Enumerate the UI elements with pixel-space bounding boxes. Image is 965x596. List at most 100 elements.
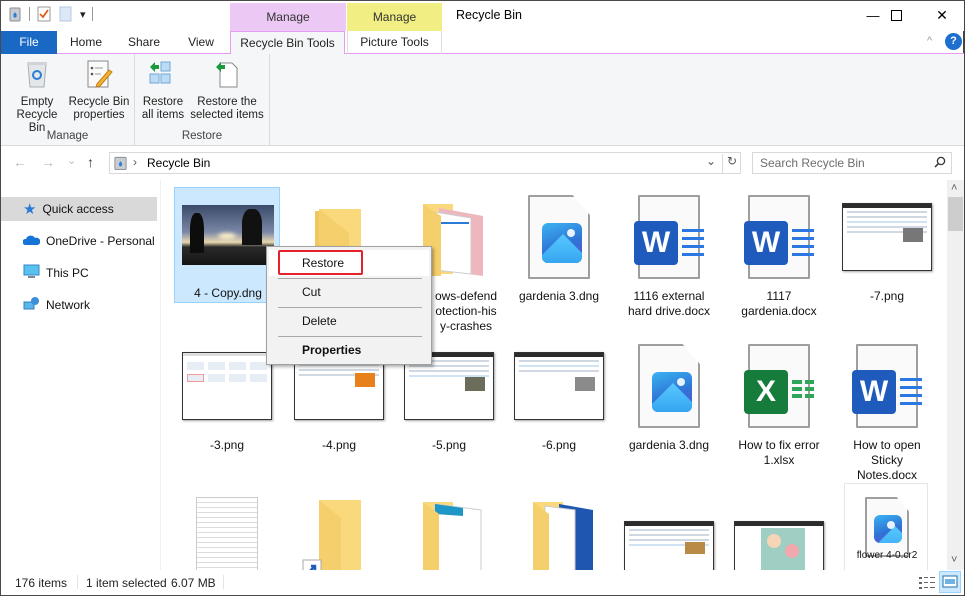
file-name-line: 1116 external bbox=[633, 289, 705, 303]
address-dropdown-button[interactable]: ⌄ bbox=[706, 154, 716, 168]
file-explorer-window: ▾ Manage Manage Recycle Bin — ✕ File Hom… bbox=[0, 0, 965, 596]
large-icons-view-button[interactable] bbox=[939, 571, 961, 593]
tab-home[interactable]: Home bbox=[59, 31, 113, 54]
selection-size: 6.07 MB bbox=[171, 576, 216, 590]
sidebar-item-label: Quick access bbox=[42, 202, 114, 216]
sidebar-item-label: This PC bbox=[46, 266, 89, 280]
file-item[interactable]: -3.png bbox=[174, 336, 280, 456]
sidebar-item-label: Network bbox=[46, 298, 91, 312]
search-box[interactable]: Search Recycle Bin bbox=[752, 152, 952, 174]
search-input[interactable]: Search Recycle Bin bbox=[760, 156, 865, 170]
ribbon-group-label: Restore bbox=[181, 130, 223, 142]
file-name: 1117 gardenia.docx bbox=[726, 289, 832, 319]
text-file-icon bbox=[174, 483, 280, 570]
file-name-line: hard drive.docx bbox=[627, 304, 711, 318]
properties-check-icon[interactable] bbox=[36, 6, 52, 22]
file-name: How to fix error 1.xlsx bbox=[726, 438, 832, 468]
ribbon-tabs: File Home Share View Recycle Bin Tools P… bbox=[1, 31, 964, 55]
file-list: 4 - Copy.dng ows-defend otection-his y-c… bbox=[161, 180, 947, 570]
ribbon: Empty Recycle Bin Recycle Bin properties… bbox=[1, 54, 964, 146]
scroll-thumb[interactable] bbox=[948, 197, 963, 231]
contextual-header-recycle-bin: Manage bbox=[230, 3, 346, 31]
vertical-scrollbar[interactable]: ˄ ˅ bbox=[947, 180, 964, 570]
sidebar-item-onedrive[interactable]: OneDrive - Personal bbox=[1, 229, 157, 253]
screenshot-thumbnail bbox=[506, 336, 612, 436]
file-name-line: 1117 bbox=[766, 289, 792, 303]
file-item[interactable]: -7.png bbox=[834, 187, 940, 307]
file-item[interactable] bbox=[174, 483, 280, 570]
details-view-button[interactable] bbox=[918, 575, 936, 591]
folder-shortcut-icon bbox=[286, 483, 392, 570]
status-bar: 176 items 1 item selected 6.07 MB bbox=[1, 570, 964, 595]
file-item[interactable]: flower 4-0.cr2 bbox=[844, 483, 928, 570]
menu-item-cut[interactable]: Cut bbox=[269, 279, 429, 305]
restore-all-icon bbox=[147, 58, 179, 90]
breadcrumb-separator[interactable]: › bbox=[133, 155, 137, 169]
file-item[interactable]: gardenia 3.dng bbox=[616, 336, 722, 456]
file-name: How to open Sticky Notes.docx bbox=[834, 438, 940, 483]
file-item[interactable]: W 1116 external hard drive.docx bbox=[616, 187, 722, 318]
excel-document-icon: X bbox=[726, 336, 832, 436]
tab-file[interactable]: File bbox=[1, 31, 57, 54]
menu-item-delete[interactable]: Delete bbox=[269, 308, 429, 334]
details-view-icon bbox=[919, 577, 935, 589]
scroll-up-arrow[interactable]: ˄ bbox=[951, 182, 957, 194]
file-item[interactable] bbox=[506, 483, 612, 570]
file-item[interactable] bbox=[286, 483, 392, 570]
file-name: gardenia 3.dng bbox=[628, 438, 710, 452]
ribbon-group-manage: Empty Recycle Bin Recycle Bin properties… bbox=[1, 54, 135, 146]
network-icon bbox=[23, 296, 40, 314]
customize-qat-dropdown-icon[interactable]: ▾ bbox=[80, 8, 86, 21]
file-item[interactable]: X How to fix error 1.xlsx bbox=[726, 336, 832, 468]
scroll-down-arrow[interactable]: ˅ bbox=[951, 554, 957, 566]
screenshot-thumbnail bbox=[834, 187, 940, 287]
file-item[interactable]: -6.png bbox=[506, 336, 612, 456]
forward-button[interactable]: → bbox=[41, 154, 55, 170]
screenshot-thumbnail bbox=[726, 483, 832, 570]
new-folder-icon[interactable] bbox=[58, 6, 74, 22]
address-bar[interactable]: › Recycle Bin ⌄ ↻ bbox=[109, 152, 741, 174]
tab-view[interactable]: View bbox=[175, 31, 227, 54]
sidebar-item-network[interactable]: Network bbox=[1, 293, 157, 317]
file-name: -3.png bbox=[209, 438, 245, 452]
recycle-bin-properties-icon bbox=[83, 58, 115, 90]
file-item[interactable] bbox=[726, 483, 832, 570]
help-icon[interactable]: ? bbox=[945, 33, 962, 50]
tab-share[interactable]: Share bbox=[117, 31, 171, 54]
button-label-line1: Restore the bbox=[197, 96, 257, 108]
image-file-icon bbox=[506, 187, 612, 287]
button-label-line2: selected items bbox=[190, 109, 264, 121]
tab-picture-tools[interactable]: Picture Tools bbox=[347, 31, 442, 54]
button-label-line2: properties bbox=[73, 109, 125, 121]
back-button[interactable]: ← bbox=[13, 154, 27, 170]
tab-recycle-bin-tools[interactable]: Recycle Bin Tools bbox=[230, 31, 345, 55]
file-item[interactable]: 4 - Copy.dng bbox=[174, 187, 280, 303]
sidebar-item-this-pc[interactable]: This PC bbox=[1, 261, 157, 285]
file-item[interactable] bbox=[396, 483, 502, 570]
file-name-line: 1.xlsx bbox=[763, 453, 795, 467]
empty-recycle-bin-button[interactable]: Empty Recycle Bin bbox=[8, 58, 66, 135]
file-name: -6.png bbox=[541, 438, 577, 452]
file-item[interactable]: gardenia 3.dng bbox=[506, 187, 612, 307]
refresh-button[interactable]: ↻ bbox=[722, 154, 741, 174]
file-name-line: Sticky bbox=[870, 453, 903, 467]
up-button[interactable]: ↑ bbox=[87, 154, 94, 170]
close-button[interactable]: ✕ bbox=[919, 1, 965, 29]
file-item[interactable] bbox=[616, 483, 722, 570]
menu-item-properties[interactable]: Properties bbox=[269, 337, 429, 363]
collapse-ribbon-icon[interactable]: ^ bbox=[927, 35, 932, 47]
recycle-bin-properties-button[interactable]: Recycle Bin properties bbox=[67, 58, 131, 122]
sidebar-item-quick-access[interactable]: ★ Quick access bbox=[1, 197, 157, 221]
file-item[interactable]: W How to open Sticky Notes.docx bbox=[834, 336, 940, 482]
file-name: gardenia 3.dng bbox=[518, 289, 600, 303]
maximize-button[interactable] bbox=[873, 1, 919, 29]
file-item[interactable]: W 1117 gardenia.docx bbox=[726, 187, 832, 319]
recent-locations-button[interactable]: ⌄ bbox=[67, 154, 76, 167]
restore-all-items-button[interactable]: Restore all items bbox=[139, 58, 187, 122]
empty-recycle-bin-icon bbox=[21, 58, 53, 90]
large-icons-view-icon bbox=[942, 575, 958, 588]
breadcrumb-recycle-bin[interactable]: Recycle Bin bbox=[147, 156, 210, 170]
recycle-bin-icon[interactable] bbox=[7, 6, 23, 22]
title-bar: ▾ Manage Manage Recycle Bin — ✕ bbox=[1, 1, 964, 31]
restore-selected-items-button[interactable]: Restore the selected items bbox=[189, 58, 265, 122]
